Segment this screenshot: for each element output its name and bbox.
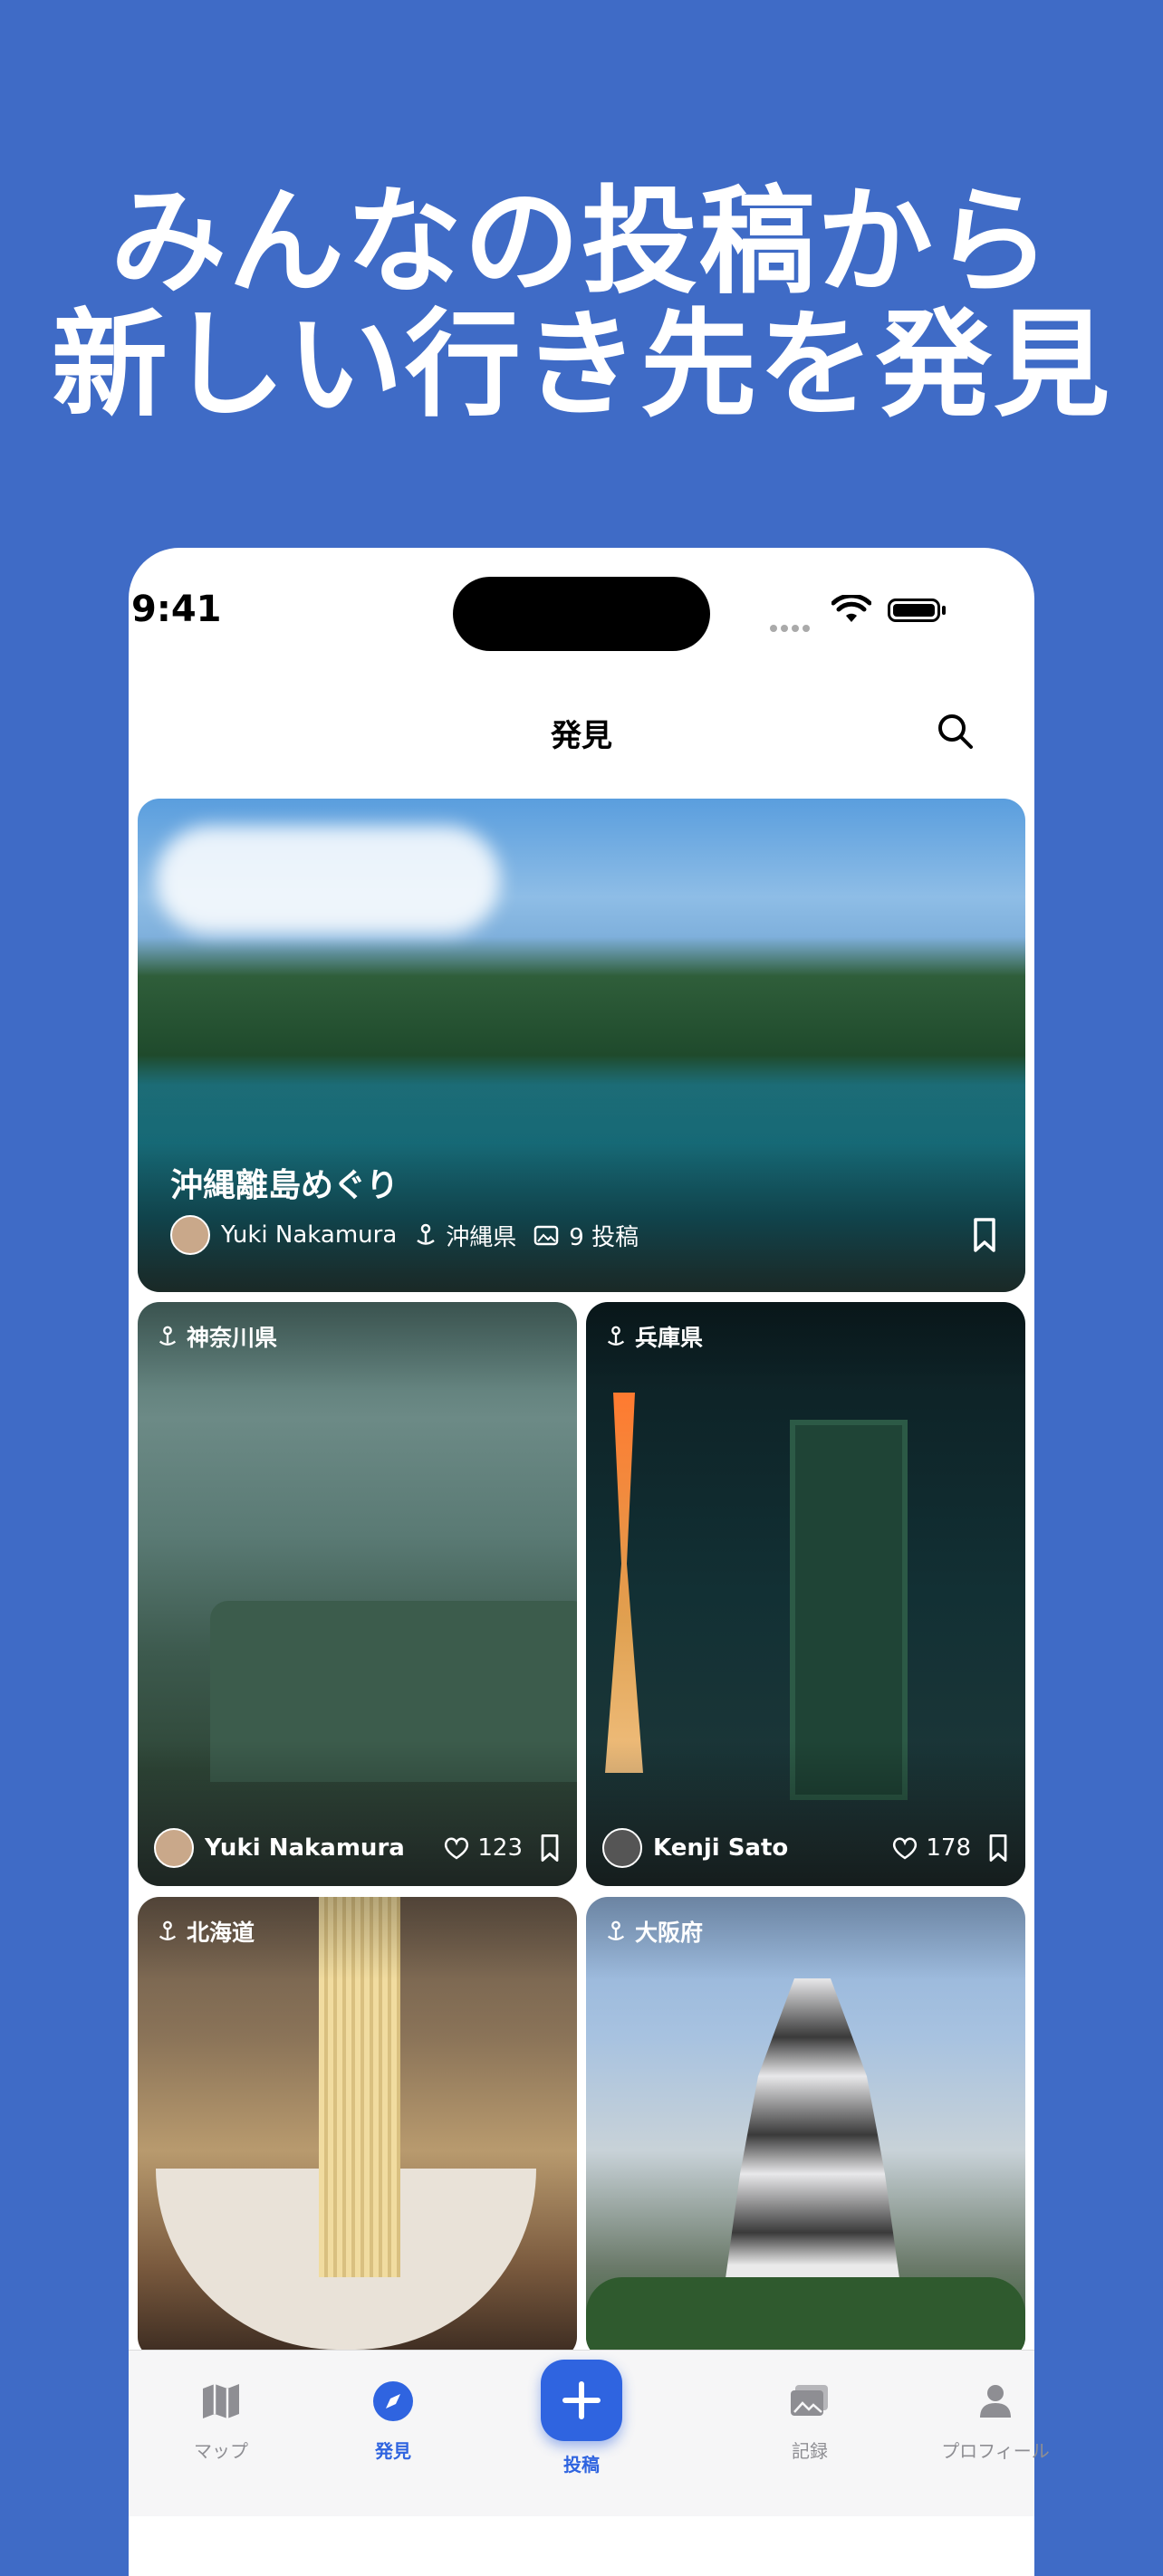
tab-map[interactable]: マップ	[149, 2351, 293, 2463]
heart-icon	[893, 1837, 918, 1860]
photos-icon	[534, 1225, 559, 1246]
author-name: Kenji Sato	[653, 1834, 789, 1862]
battery-tip	[942, 606, 946, 615]
tab-label: 記録	[792, 2440, 828, 2462]
image-shade	[138, 1897, 577, 2359]
wifi-icon	[831, 595, 871, 622]
bookmark-icon[interactable]	[971, 1217, 998, 1253]
prefecture-label: 大阪府	[604, 1915, 703, 1948]
prefecture-name: 大阪府	[635, 1920, 704, 1946]
photos-icon	[791, 2385, 828, 2416]
like-count: 123	[477, 1834, 523, 1862]
bookmark-icon[interactable]	[987, 1834, 1009, 1863]
tab-label: プロフィール	[941, 2440, 1050, 2462]
like-button[interactable]: 123	[443, 1834, 523, 1862]
featured-prefecture: 沖縄県	[446, 1223, 517, 1251]
prefecture-name: 北海道	[187, 1920, 255, 1946]
bookmark-icon[interactable]	[539, 1834, 561, 1863]
post-card[interactable]: 大阪府	[586, 1897, 1025, 2359]
headline-line-1: みんなの投稿から	[110, 175, 1052, 310]
person-icon	[980, 2385, 1011, 2418]
status-indicators	[770, 593, 951, 632]
compass-icon	[373, 2381, 413, 2421]
dynamic-island	[453, 577, 710, 651]
plus-icon	[562, 2381, 601, 2419]
featured-title: 沖縄離島めぐり	[170, 1167, 399, 1204]
card-footer: Kenji Sato 178	[602, 1828, 1009, 1868]
post-card[interactable]: 神奈川県 Yuki Nakamura 123	[138, 1302, 577, 1886]
image-shade	[138, 1302, 577, 1886]
tab-bar: マップ 発見 投稿 記録 プロフィール	[129, 2350, 1050, 2516]
add-post-button[interactable]	[541, 2360, 622, 2441]
post-card[interactable]: 兵庫県 Kenji Sato 178	[586, 1302, 1025, 1886]
pin-icon	[159, 1326, 177, 1345]
battery-icon	[888, 599, 940, 622]
tab-label: 投稿	[563, 2454, 600, 2475]
like-button[interactable]: 178	[891, 1834, 971, 1862]
image-shade	[586, 1302, 1025, 1886]
heart-icon	[445, 1837, 469, 1860]
tab-records[interactable]: 記録	[737, 2351, 882, 2463]
pin-icon	[607, 1920, 625, 1940]
tab-label: 発見	[375, 2440, 411, 2462]
prefecture-label: 神奈川県	[156, 1320, 277, 1353]
page-title: 発見	[551, 718, 612, 754]
featured-card[interactable]: 沖縄離島めぐり Yuki Nakamura 沖縄県 9 投稿	[138, 799, 1025, 1292]
promo-headline: みんなの投稿から 新しい行き先を発見	[0, 181, 1163, 427]
pin-icon	[417, 1223, 436, 1245]
tab-profile[interactable]: プロフィール	[923, 2351, 1068, 2463]
featured-post-count: 9 投稿	[569, 1223, 639, 1251]
prefecture-label: 兵庫県	[604, 1320, 703, 1353]
author-name: Yuki Nakamura	[205, 1834, 405, 1862]
image-shade	[586, 1897, 1025, 2359]
prefecture-name: 神奈川県	[187, 1325, 278, 1351]
avatar	[602, 1828, 642, 1868]
prefecture-label: 北海道	[156, 1915, 255, 1948]
pin-icon	[607, 1326, 625, 1345]
post-card[interactable]: 北海道	[138, 1897, 577, 2359]
tab-discover[interactable]: 発見	[321, 2351, 466, 2463]
map-icon	[203, 2384, 239, 2418]
headline-line-2: 新しい行き先を発見	[51, 298, 1111, 433]
prefecture-name: 兵庫県	[635, 1325, 704, 1351]
search-icon[interactable]	[935, 711, 976, 752]
avatar	[170, 1215, 210, 1255]
avatar	[154, 1828, 194, 1868]
signal-dots-icon	[770, 618, 813, 636]
like-count: 178	[926, 1834, 971, 1862]
status-time: 9:41	[131, 589, 222, 630]
tab-label: マップ	[194, 2440, 248, 2462]
pin-icon	[159, 1920, 177, 1940]
featured-meta: Yuki Nakamura 沖縄県 9 投稿	[170, 1215, 639, 1255]
card-footer: Yuki Nakamura 123	[154, 1828, 561, 1868]
featured-author: Yuki Nakamura	[221, 1221, 398, 1249]
